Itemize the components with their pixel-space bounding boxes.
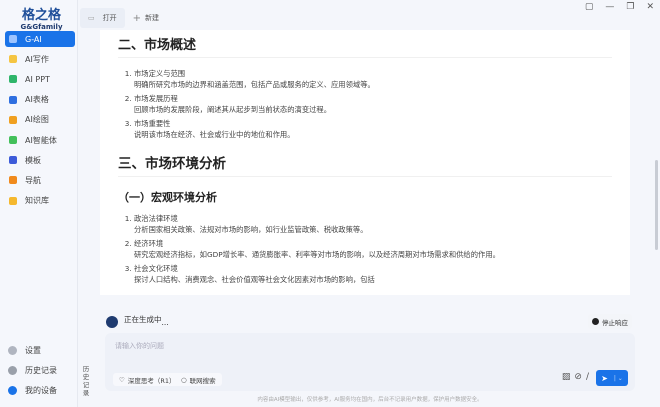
folder-icon: ▭ (88, 14, 95, 22)
sidebar-item-label: G-AI (25, 34, 42, 44)
list-item-desc: 研究宏观经济指标，如GDP增长率、通货膨胀率、利率等对市场的影响，以及经济周期对… (134, 250, 500, 259)
list-item-title: 市场发展历程 (134, 94, 178, 103)
sidebar-item-8[interactable]: 知识库 (5, 193, 75, 209)
input-placeholder: 请输入你的问题 (115, 342, 164, 350)
list-item-desc: 明确所研究市场的边界和涵盖范围，包括产品或服务的定义、应用领域等。 (134, 80, 375, 89)
sidebar-bottom-icon (8, 366, 17, 375)
tab-open-label: 打开 (102, 14, 117, 22)
list-item: 市场定义与范围明确所研究市场的边界和涵盖范围，包括产品或服务的定义、应用领域等。 (134, 68, 612, 90)
stop-icon (592, 318, 599, 325)
tab-new-label: 新建 (145, 14, 160, 22)
generating-text: 正在生成中 (124, 315, 162, 324)
sidebar-item-2[interactable]: AI PPT (5, 71, 75, 87)
feedback-icon[interactable]: ▢ (585, 2, 594, 12)
generating-status: 正在生成中 ... (106, 314, 169, 328)
list-item-desc: 说明该市场在经济、社会或行业中的地位和作用。 (134, 130, 295, 139)
history-toggle[interactable]: 历史记录 (82, 365, 90, 397)
search-icon: ○ (181, 375, 187, 384)
sidebar-item-icon (9, 156, 17, 165)
heading-market-overview: 二、市场概述 (118, 34, 612, 58)
sidebar-item-label: AI写作 (25, 54, 49, 64)
sidebar-item-label: AI表格 (25, 95, 49, 105)
list-item-title: 社会文化环境 (134, 264, 178, 273)
list-item-desc: 分析国家相关政策、法规对市场的影响，如行业监管政策、税收政策等。 (134, 225, 368, 234)
sidebar-item-icon (9, 196, 17, 205)
sidebar-item-7[interactable]: 导航 (5, 172, 75, 188)
plus-icon: + (132, 12, 142, 24)
sidebar-item-icon (9, 75, 17, 84)
deep-think-label: 深度思考（R1） (127, 376, 176, 385)
sidebar-bottom-icon (8, 346, 17, 355)
chevron-down-icon[interactable]: | ⌄ (614, 375, 623, 382)
send-icon: ➤ (601, 373, 608, 383)
sidebar: 格之格 G&Gfamily G-AI AI写作 AI PPT AI表格 AI绘图 AI智能… (0, 0, 78, 407)
minimize-icon[interactable]: — (605, 2, 614, 12)
list-item-desc: 探讨人口结构、消费观念、社会价值观等社会文化因素对市场的影响，包括 (134, 275, 375, 284)
sidebar-item-label: AI PPT (25, 74, 50, 84)
tab-open[interactable]: ▭ 打开 (80, 8, 125, 28)
logo: 格之格 G&Gfamily (14, 4, 69, 31)
scrollbar[interactable] (655, 160, 658, 250)
restore-icon[interactable]: ❐ (626, 2, 634, 12)
list-item-title: 市场重要性 (134, 119, 171, 128)
sidebar-bottom-item-0[interactable]: 设置 (8, 345, 41, 356)
window-controls: ▢ — ❐ ✕ (585, 2, 654, 12)
list-item-desc: 回顾市场的发展阶段，阐述其从起步到当前状态的演变过程。 (134, 105, 332, 114)
deep-think-button[interactable]: ♡ 深度思考（R1） (113, 373, 182, 386)
sidebar-item-label: AI绘图 (25, 115, 49, 125)
sidebar-bottom-label: 设置 (25, 346, 41, 355)
list-item-title: 经济环境 (134, 239, 164, 248)
sidebar-item-0[interactable]: G-AI (5, 31, 75, 47)
list-item: 政治法律环境分析国家相关政策、法规对市场的影响，如行业监管政策、税收政策等。 (134, 213, 612, 235)
pen-icon[interactable]: ∕ (586, 372, 589, 382)
web-search-label: 联网搜索 (189, 376, 216, 385)
generating-dots: ... (161, 318, 169, 327)
disclaimer: 内容由AI模型输出，仅供参考，AI服务均在国内，后台不记录用户数据，保护用户数据… (257, 397, 483, 403)
image-icon[interactable]: ▨ (562, 372, 571, 382)
sidebar-item-4[interactable]: AI绘图 (5, 112, 75, 128)
list-item-title: 市场定义与范围 (134, 69, 186, 78)
logo-subtext: G&Gfamily (20, 23, 63, 31)
sidebar-item-3[interactable]: AI表格 (5, 92, 75, 108)
stop-response-button[interactable]: 停止响应 (588, 314, 632, 329)
sidebar-item-icon (9, 35, 17, 43)
list-item-title: 政治法律环境 (134, 214, 178, 223)
sidebar-bottom-item-1[interactable]: 历史记录 (8, 365, 57, 376)
attachment-icon[interactable]: ⊘ (574, 372, 582, 382)
close-icon[interactable]: ✕ (646, 2, 654, 12)
sidebar-bottom-label: 历史记录 (25, 366, 57, 375)
chat-input[interactable]: 请输入你的问题 ♡ 深度思考（R1） ○ 联网搜索 ▨ ⊘ ∕ ➤ | ⌄ (105, 333, 635, 391)
sidebar-item-1[interactable]: AI写作 (5, 51, 75, 67)
list-item: 社会文化环境探讨人口结构、消费观念、社会价值观等社会文化因素对市场的影响，包括 (134, 263, 612, 285)
sidebar-item-icon (9, 176, 17, 185)
list-item: 市场发展历程回顾市场的发展阶段，阐述其从起步到当前状态的演变过程。 (134, 93, 612, 115)
document-content: 二、市场概述 市场定义与范围明确所研究市场的边界和涵盖范围，包括产品或服务的定义… (100, 30, 630, 295)
list-item: 经济环境研究宏观经济指标，如GDP增长率、通货膨胀率、利率等对市场的影响，以及经… (134, 238, 612, 260)
sidebar-item-label: 知识库 (25, 196, 49, 206)
tab-new[interactable]: + 新建 (125, 8, 167, 28)
sidebar-item-label: 模板 (25, 155, 41, 165)
logo-text: 格之格 (21, 8, 61, 23)
sidebar-bottom-icon (8, 386, 17, 395)
sidebar-item-6[interactable]: 模板 (5, 152, 75, 168)
heading-macro-environment: （一）宏观环境分析 (118, 191, 217, 204)
sidebar-item-label: AI智能体 (25, 135, 57, 145)
assistant-avatar (106, 316, 118, 328)
send-button[interactable]: ➤ | ⌄ (596, 370, 628, 386)
bulb-icon: ♡ (119, 375, 125, 384)
sidebar-item-label: 导航 (25, 175, 41, 185)
list-item: 市场重要性说明该市场在经济、社会或行业中的地位和作用。 (134, 118, 612, 140)
sidebar-item-5[interactable]: AI智能体 (5, 132, 75, 148)
sidebar-item-icon (9, 136, 17, 144)
sidebar-item-icon (9, 115, 17, 124)
tab-bar: ▭ 打开 + 新建 (80, 8, 167, 28)
stop-label: 停止响应 (602, 318, 628, 327)
sidebar-item-icon (9, 95, 17, 104)
sidebar-item-icon (9, 55, 17, 64)
web-search-button[interactable]: ○ 联网搜索 (175, 373, 222, 386)
heading-market-environment: 三、市场环境分析 (118, 152, 612, 177)
